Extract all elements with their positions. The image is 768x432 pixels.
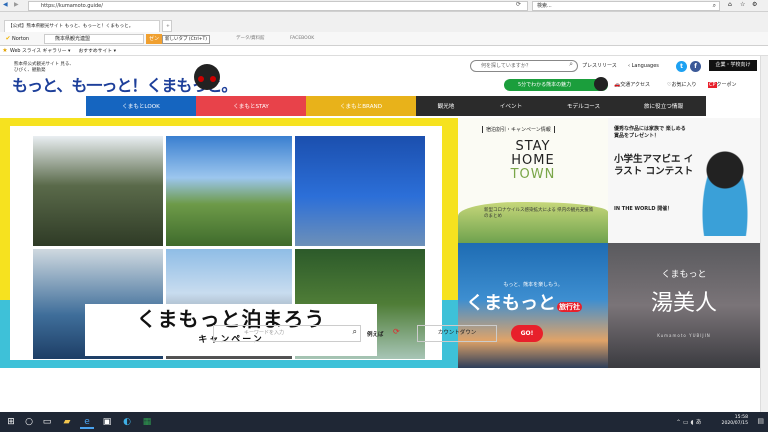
tab-strip: 【公式】熊本県観光サイト もっと、もっーと！くまもっと。 + bbox=[0, 12, 768, 32]
nav-travel-info[interactable]: 旅に役立つ情報 bbox=[621, 96, 706, 116]
notification-icon[interactable]: ▤ bbox=[757, 417, 764, 425]
folder-icon[interactable]: ▰ bbox=[60, 415, 74, 429]
press-release-link[interactable]: プレスリリース bbox=[582, 63, 617, 69]
system-clock[interactable]: 15:58 2020/07/15 bbox=[722, 415, 748, 427]
kumamon-small bbox=[594, 77, 608, 91]
kumamon-amabie-illustration bbox=[700, 148, 750, 236]
contest-sub: IN THE WORLD 開催！ bbox=[614, 206, 673, 212]
travel-title: くまもっと 旅行社 bbox=[466, 293, 582, 314]
address-bar-row: ◀ ▶ https://kumamoto.guide/ ⟳ 検索... ⌕ ⌂ … bbox=[0, 0, 768, 12]
stay-tag: 宿泊割引・キャンペーン情報 bbox=[482, 126, 555, 133]
tab-active[interactable]: 【公式】熊本県観光サイト もっと、もっーと！くまもっと。 bbox=[4, 20, 160, 32]
ie-icon[interactable]: e bbox=[80, 415, 94, 429]
tile-travel-agency[interactable]: もっと、熊本を楽しもう。 くまもっと 旅行社 bbox=[458, 243, 608, 368]
tray-icons[interactable]: ⌃ ▭ ◖ あ bbox=[676, 417, 702, 426]
search-icon[interactable]: ⌕ bbox=[353, 327, 357, 337]
shuffle-icon[interactable]: ⟳ bbox=[393, 327, 400, 336]
toolbar-search-box[interactable]: 熊本県観光連盟 bbox=[44, 34, 144, 44]
gear-icon[interactable]: ⚙ bbox=[752, 0, 757, 10]
travel-badge: 旅行社 bbox=[557, 302, 582, 312]
toolbar-row: ✔Norton 熊本県観光連盟 ゼン 新しいタブ (Ctrl+T) データ/資料… bbox=[0, 32, 768, 46]
keyword-input[interactable]: キーワードを入力 ⌕ bbox=[213, 325, 361, 342]
new-tab-button[interactable]: + bbox=[162, 20, 172, 32]
coupon-icon: CP bbox=[708, 82, 717, 88]
tile-amabie-contest[interactable]: 優秀な作品には家族で 楽しめる賞品をプレゼント！ 小学生アマビエ イラスト コン… bbox=[608, 118, 760, 243]
yuubi-title: 湯美人 bbox=[650, 291, 717, 316]
fav-item-web-slice[interactable]: Web スライス ギャラリー ▾ bbox=[10, 47, 70, 54]
twitter-icon[interactable]: t bbox=[676, 61, 687, 72]
home-icon[interactable]: ⌂ bbox=[728, 0, 732, 10]
address-input[interactable]: https://kumamoto.guide/ bbox=[28, 1, 528, 11]
refresh-icon[interactable]: ⟳ bbox=[516, 0, 521, 10]
photo-sailboat bbox=[295, 136, 425, 246]
url-text: https://kumamoto.guide/ bbox=[41, 3, 103, 9]
favorites-star-icon[interactable]: ★ bbox=[0, 46, 10, 56]
new-tab-tooltip: 新しいタブ (Ctrl+T) bbox=[162, 35, 210, 44]
nav-model-course[interactable]: モデルコース bbox=[546, 96, 621, 116]
norton-button[interactable]: ✔Norton bbox=[4, 34, 40, 44]
toolbar-button-orange[interactable]: ゼン bbox=[146, 34, 162, 44]
countdown-button[interactable]: カウントダウン bbox=[417, 325, 497, 342]
nav-sightseeing[interactable]: 観光地 bbox=[416, 96, 476, 116]
forward-icon[interactable]: ▶ bbox=[14, 0, 19, 10]
photo-aso-plains bbox=[166, 136, 292, 246]
star-icon[interactable]: ☆ bbox=[740, 0, 745, 10]
search-icon[interactable]: ⌕ bbox=[713, 1, 716, 11]
windows-start-icon[interactable]: ⊞ bbox=[4, 415, 18, 429]
edge-icon[interactable]: ◐ bbox=[120, 415, 134, 429]
excel-icon[interactable]: ▦ bbox=[140, 415, 154, 429]
yuubi-tag: くまもっと bbox=[661, 270, 707, 280]
stay-note: 新型コロナウイルス感染拡大による 県内の観光支援策のまとめ bbox=[484, 208, 594, 219]
toolbar-item-facebook[interactable]: FACEBOOK bbox=[290, 34, 314, 44]
windows-taskbar: ⊞ ○ ▭ ▰ e ▣ ◐ ▦ ⌃ ▭ ◖ あ 15:58 2020/07/15… bbox=[0, 412, 768, 432]
stay-title-block: STAY HOME TOWN bbox=[510, 139, 556, 182]
task-view-icon[interactable]: ▭ bbox=[40, 415, 54, 429]
right-scrollbar[interactable] bbox=[760, 56, 768, 412]
store-icon[interactable]: ▣ bbox=[100, 415, 114, 429]
toolbar-item-data[interactable]: データ/資料館 bbox=[236, 34, 265, 44]
main-nav: くまもとLOOK くまもとSTAY くまもとBRAND 観光地 イベント モデル… bbox=[86, 96, 746, 116]
yuubi-sub: Kumamoto YUBIJIN bbox=[657, 333, 711, 338]
page-content: 熊本県公式観光サイト 見る、ひびく、観動発 もっと、も一っと！くまもっと。 何を… bbox=[0, 56, 768, 412]
languages-link[interactable]: ‹ Languages bbox=[628, 63, 659, 69]
back-icon[interactable]: ◀ bbox=[3, 0, 8, 10]
nav-stay[interactable]: くまもとSTAY bbox=[196, 96, 306, 116]
search-icon[interactable]: ○ bbox=[22, 415, 36, 429]
example-label: 例えば bbox=[367, 332, 384, 338]
tile-yubijin[interactable]: くまもっと 湯美人 Kumamoto YUBIJIN bbox=[608, 243, 760, 368]
norton-icon: ✔ bbox=[5, 35, 11, 42]
favorites-bar: ★ Web スライス ギャラリー ▾ おすすめサイト ▾ bbox=[0, 46, 768, 56]
coupon-link[interactable]: CPクーポン bbox=[708, 82, 737, 88]
kumamon-mascot bbox=[194, 64, 220, 90]
search-icon[interactable]: ⌕ bbox=[569, 59, 573, 69]
access-link[interactable]: 🚗交通アクセス bbox=[614, 82, 650, 88]
photo-waterfall-bridge bbox=[33, 136, 163, 246]
fav-item-recommended[interactable]: おすすめサイト ▾ bbox=[78, 47, 116, 54]
nav-events[interactable]: イベント bbox=[476, 96, 546, 116]
browser-search-input[interactable]: 検索... ⌕ bbox=[532, 1, 720, 11]
go-button[interactable]: GO! bbox=[511, 325, 543, 342]
contest-title: 小学生アマビエ イラスト コンテスト bbox=[614, 154, 694, 177]
site-header: 熊本県公式観光サイト 見る、ひびく、観動発 もっと、も一っと！くまもっと。 何を… bbox=[0, 56, 768, 98]
contest-lead: 優秀な作品には家族で 楽しめる賞品をプレゼント！ bbox=[614, 126, 686, 139]
tile-stay-home-town[interactable]: 宿泊割引・キャンペーン情報 STAY HOME TOWN 新型コロナウイルス感染… bbox=[458, 118, 608, 243]
site-search-input[interactable]: 何を探していますか？ ⌕ bbox=[470, 60, 578, 72]
travel-tag: もっと、熊本を楽しもう。 bbox=[503, 282, 563, 288]
facebook-icon[interactable]: f bbox=[690, 61, 701, 72]
corporate-button[interactable]: 企業・学校向け bbox=[709, 60, 757, 71]
nav-look[interactable]: くまもとLOOK bbox=[86, 96, 196, 116]
favorites-link[interactable]: ♡お気に入り bbox=[667, 82, 697, 88]
five-minute-button[interactable]: 5分でわかる熊本の魅力 bbox=[504, 79, 608, 91]
nav-brand[interactable]: くまもとBRAND bbox=[306, 96, 416, 116]
